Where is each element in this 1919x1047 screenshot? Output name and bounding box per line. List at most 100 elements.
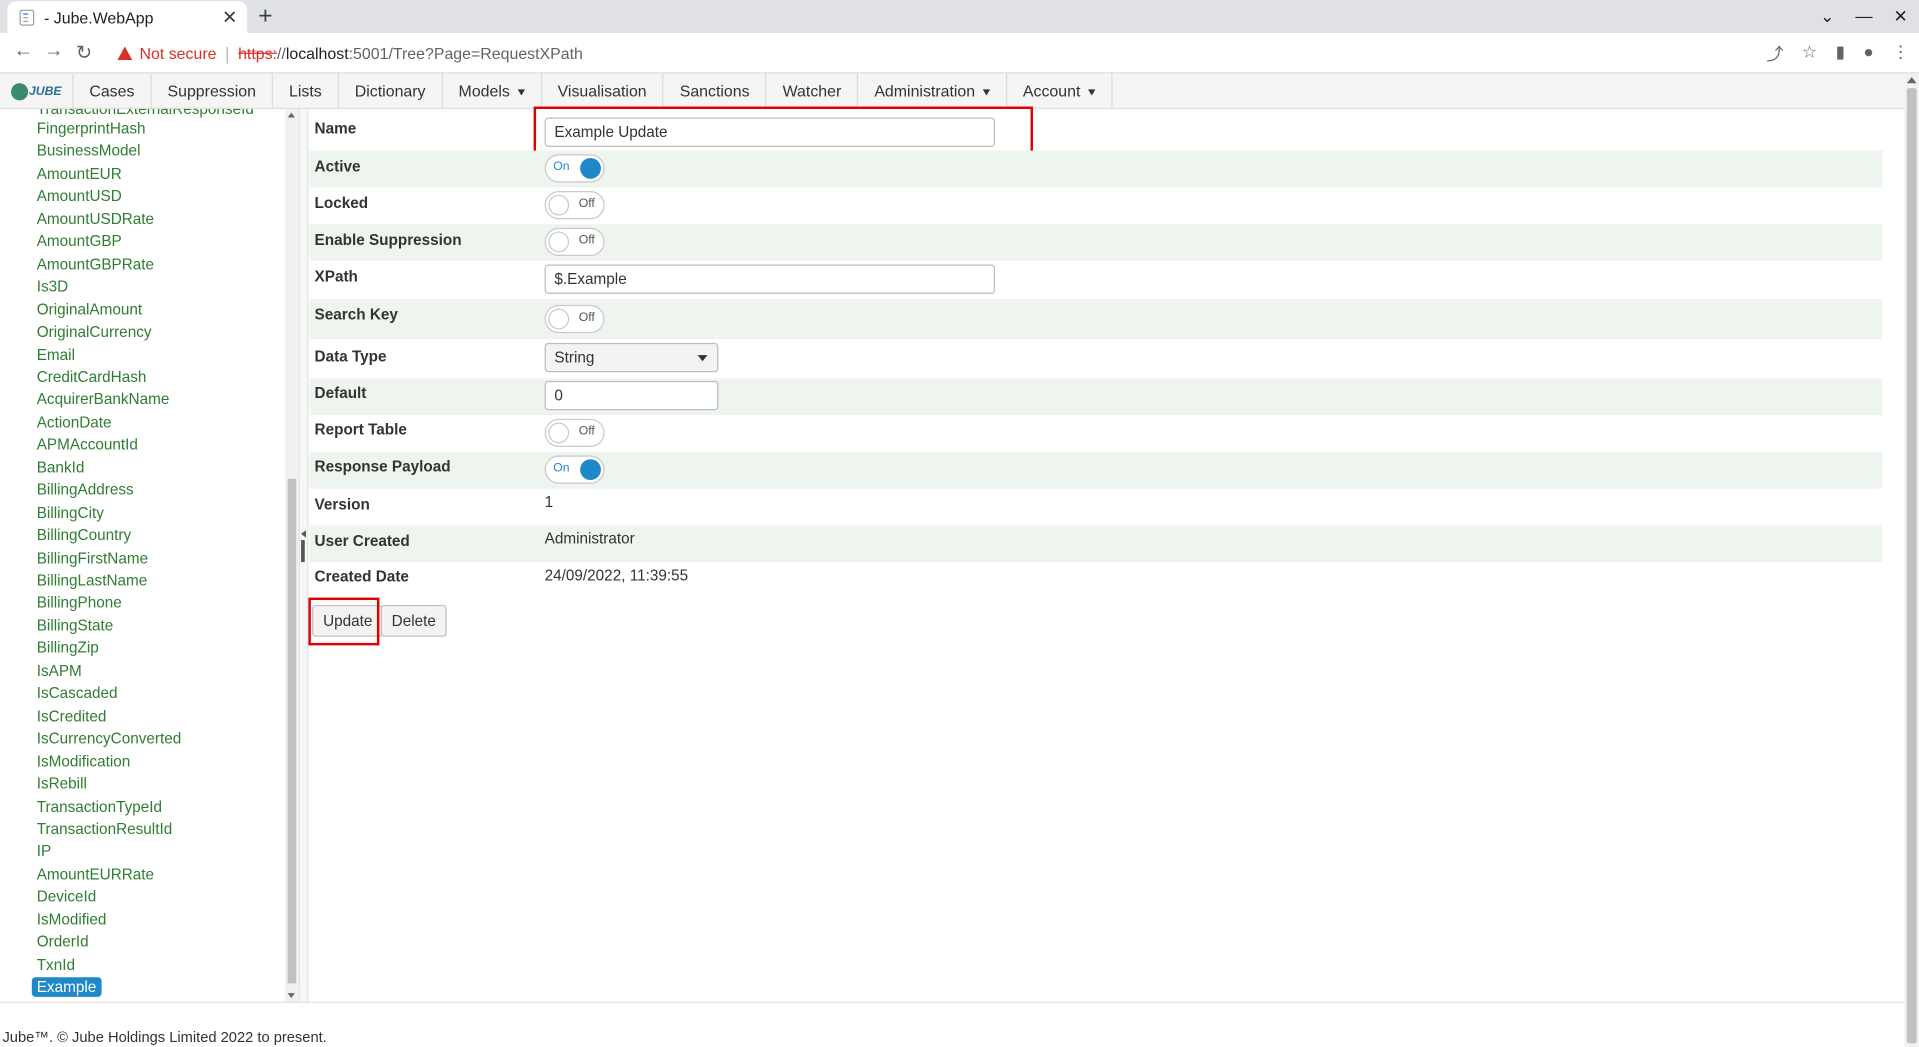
not-secure-label[interactable]: Not secure — [140, 44, 217, 62]
page-scroll-thumb[interactable] — [1906, 88, 1917, 1044]
nav-account[interactable]: Account — [1007, 73, 1113, 109]
tree-item[interactable]: TransactionExternalResponseId — [37, 109, 254, 118]
tree-item[interactable]: IsCascaded — [37, 685, 118, 702]
scroll-down-icon[interactable] — [287, 993, 295, 999]
tree-item[interactable]: ActionDate — [37, 414, 112, 431]
splitter-handle[interactable] — [301, 540, 305, 563]
tree-item[interactable]: BillingZip — [37, 640, 99, 657]
tab-search-icon[interactable]: ⌄ — [1809, 0, 1846, 32]
collapse-arrow-icon[interactable] — [301, 530, 306, 538]
close-window-icon[interactable]: ✕ — [1882, 0, 1919, 32]
tree-item[interactable]: IsModified — [37, 911, 107, 928]
nav-dictionary[interactable]: Dictionary — [339, 73, 443, 109]
tree-item[interactable]: IsAPM — [37, 662, 82, 679]
tree-item-selected[interactable]: Example — [31, 977, 102, 997]
close-tab-icon[interactable]: ✕ — [222, 6, 237, 28]
tree-item[interactable]: CreditCardHash — [37, 369, 147, 386]
tree-item[interactable]: AmountUSDRate — [37, 210, 154, 227]
suppression-row: Enable Suppression Off — [309, 224, 1883, 261]
jube-logo[interactable]: JUBE — [0, 73, 74, 109]
tree-item[interactable]: OriginalCurrency — [37, 323, 152, 340]
tree-scrollbar[interactable] — [285, 108, 299, 1002]
toggle-state: Off — [578, 233, 595, 248]
page-scrollbar[interactable] — [1904, 73, 1919, 1047]
back-icon[interactable]: ← — [13, 40, 33, 62]
nav-models-label: Models — [458, 82, 510, 101]
app-navbar: JUBE Cases Suppression Lists Dictionary … — [0, 73, 1905, 109]
url-slashes: // — [276, 44, 286, 63]
menu-icon[interactable]: ⋮ — [1892, 42, 1909, 66]
tree-item[interactable]: BillingFirstName — [37, 549, 148, 566]
tree-item[interactable]: AmountGBPRate — [37, 256, 154, 273]
tree-item[interactable]: BillingCountry — [37, 527, 131, 544]
tree-item[interactable]: TransactionTypeId — [37, 798, 162, 815]
tree-item[interactable]: AmountEURRate — [37, 866, 154, 883]
toggle-knob — [580, 157, 601, 179]
panel-splitter[interactable] — [298, 108, 309, 1002]
toggle-knob — [548, 194, 570, 216]
side-panel-icon[interactable]: ▮ — [1836, 42, 1845, 66]
nav-visualisation[interactable]: Visualisation — [542, 73, 664, 109]
tree-item[interactable]: FingerprintHash — [37, 120, 146, 137]
tree-item[interactable]: Is3D — [37, 278, 68, 295]
tree-item[interactable]: TxnId — [37, 956, 75, 973]
nav-models[interactable]: Models — [443, 73, 542, 109]
tree-scroll-thumb[interactable] — [287, 478, 297, 984]
reload-icon[interactable]: ↻ — [76, 40, 92, 64]
tree-item[interactable]: OrderId — [37, 933, 89, 950]
tree-item[interactable]: AcquirerBankName — [37, 391, 170, 408]
delete-button[interactable]: Delete — [380, 604, 447, 637]
tree-item[interactable]: BillingAddress — [37, 481, 134, 498]
url-bar[interactable]: Not secure | https://localhost:5001/Tree… — [103, 38, 1816, 69]
browser-tab[interactable]: - Jube.WebApp ✕ — [7, 1, 248, 34]
tree-item[interactable]: BillingPhone — [37, 594, 122, 611]
browser-toolbar-icons: ⤴ ☆ ▮ ● ⋮ — [1766, 42, 1909, 66]
tree-item[interactable]: OriginalAmount — [37, 301, 142, 318]
tree-item[interactable]: AmountGBP — [37, 233, 122, 250]
default-input[interactable] — [544, 380, 719, 411]
tree-item[interactable]: TransactionResultId — [37, 820, 172, 837]
tree-item[interactable]: APMAccountId — [37, 436, 138, 453]
nav-watcher[interactable]: Watcher — [767, 73, 859, 109]
nav-sanctions[interactable]: Sanctions — [664, 73, 767, 109]
tree-item[interactable]: BillingState — [37, 617, 114, 634]
profile-icon[interactable]: ● — [1863, 42, 1873, 66]
tree-item[interactable]: IsModification — [37, 753, 131, 770]
scroll-up-icon[interactable] — [1906, 77, 1917, 84]
tree-item[interactable]: AmountEUR — [37, 165, 122, 182]
nav-cases[interactable]: Cases — [73, 73, 152, 109]
active-toggle[interactable]: On — [544, 154, 605, 183]
new-tab-button[interactable]: + — [258, 2, 272, 30]
tree-item[interactable]: IsCredited — [37, 707, 107, 724]
active-row: Active On — [309, 150, 1883, 188]
searchkey-toggle[interactable]: Off — [544, 304, 605, 334]
locked-label: Locked — [314, 194, 369, 212]
forward-icon[interactable]: → — [44, 40, 64, 62]
tree-item[interactable]: BankId — [37, 459, 85, 476]
share-icon[interactable]: ⤴ — [1766, 42, 1783, 66]
responsepayload-toggle[interactable]: On — [544, 455, 605, 484]
tree-item[interactable]: IsRebill — [37, 775, 87, 792]
nav-lists[interactable]: Lists — [273, 73, 339, 109]
xpath-input[interactable] — [544, 264, 996, 294]
bookmark-star-icon[interactable]: ☆ — [1802, 42, 1817, 66]
locked-toggle[interactable]: Off — [544, 191, 605, 220]
tree-item[interactable]: Email — [37, 346, 75, 363]
tree-item[interactable]: IP — [37, 843, 51, 860]
scroll-up-icon[interactable] — [287, 112, 295, 118]
tree-item[interactable]: BillingLastName — [37, 572, 148, 589]
tree-item[interactable]: IsCurrencyConverted — [37, 730, 182, 747]
tree-item[interactable]: AmountUSD — [37, 188, 122, 205]
footer-text: Jube™. © Jube Holdings Limited 2022 to p… — [2, 1028, 327, 1046]
tree-item[interactable]: BillingCity — [37, 504, 104, 521]
tree-item[interactable]: BusinessModel — [37, 143, 141, 160]
nav-administration[interactable]: Administration — [858, 73, 1007, 109]
reporttable-toggle[interactable]: Off — [544, 418, 605, 447]
suppression-toggle[interactable]: Off — [544, 227, 605, 256]
datatype-select[interactable]: String — [544, 342, 719, 373]
nav-suppression[interactable]: Suppression — [152, 73, 274, 109]
createddate-row: Created Date 24/09/2022, 11:39:55 — [310, 562, 1883, 599]
address-bar-row: ← → ↻ Not secure | https://localhost:500… — [0, 33, 1919, 74]
tree-item[interactable]: DeviceId — [37, 888, 97, 905]
minimize-icon[interactable]: — — [1846, 0, 1883, 32]
